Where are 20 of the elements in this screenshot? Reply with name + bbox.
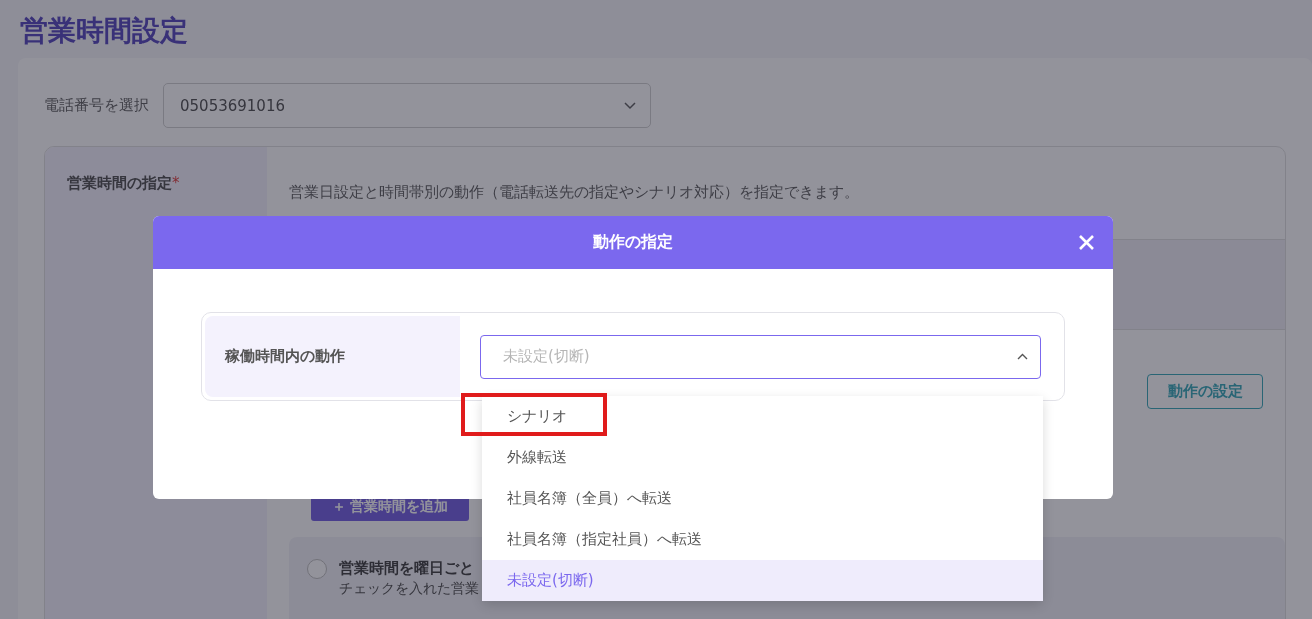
dialog-title: 動作の指定 xyxy=(593,232,673,253)
chevron-up-icon xyxy=(1017,353,1028,360)
section-label: 営業時間の指定 xyxy=(67,174,172,192)
phone-label: 電話番号を選択 xyxy=(44,96,149,115)
weekday-option-note: チェックを入れた営業 xyxy=(339,580,479,598)
phone-select[interactable]: 05053691016 xyxy=(163,83,651,128)
action-settings-button[interactable]: 動作の設定 xyxy=(1147,374,1263,409)
weekday-option-label: 営業時間を曜日ごと xyxy=(339,559,475,578)
dropdown-option[interactable]: 未設定(切断) xyxy=(482,560,1043,601)
dropdown-option[interactable]: 外線転送 xyxy=(482,437,1043,478)
page-title: 営業時間設定 xyxy=(19,13,189,49)
section-description: 営業日設定と時間帯別の動作（電話転送先の指定やシナリオ対応）を指定できます。 xyxy=(289,183,860,203)
chevron-down-icon xyxy=(624,101,636,110)
dropdown-option[interactable]: 社員名簿（指定社員）へ転送 xyxy=(482,519,1043,560)
close-icon[interactable] xyxy=(1079,235,1094,250)
field-label: 稼働時間内の動作 xyxy=(225,347,345,366)
weekday-radio[interactable] xyxy=(307,559,327,579)
dropdown-option[interactable]: 社員名簿（全員）へ転送 xyxy=(482,478,1043,519)
action-select[interactable]: 未設定(切断) xyxy=(480,334,1041,379)
required-mark: * xyxy=(172,174,180,192)
